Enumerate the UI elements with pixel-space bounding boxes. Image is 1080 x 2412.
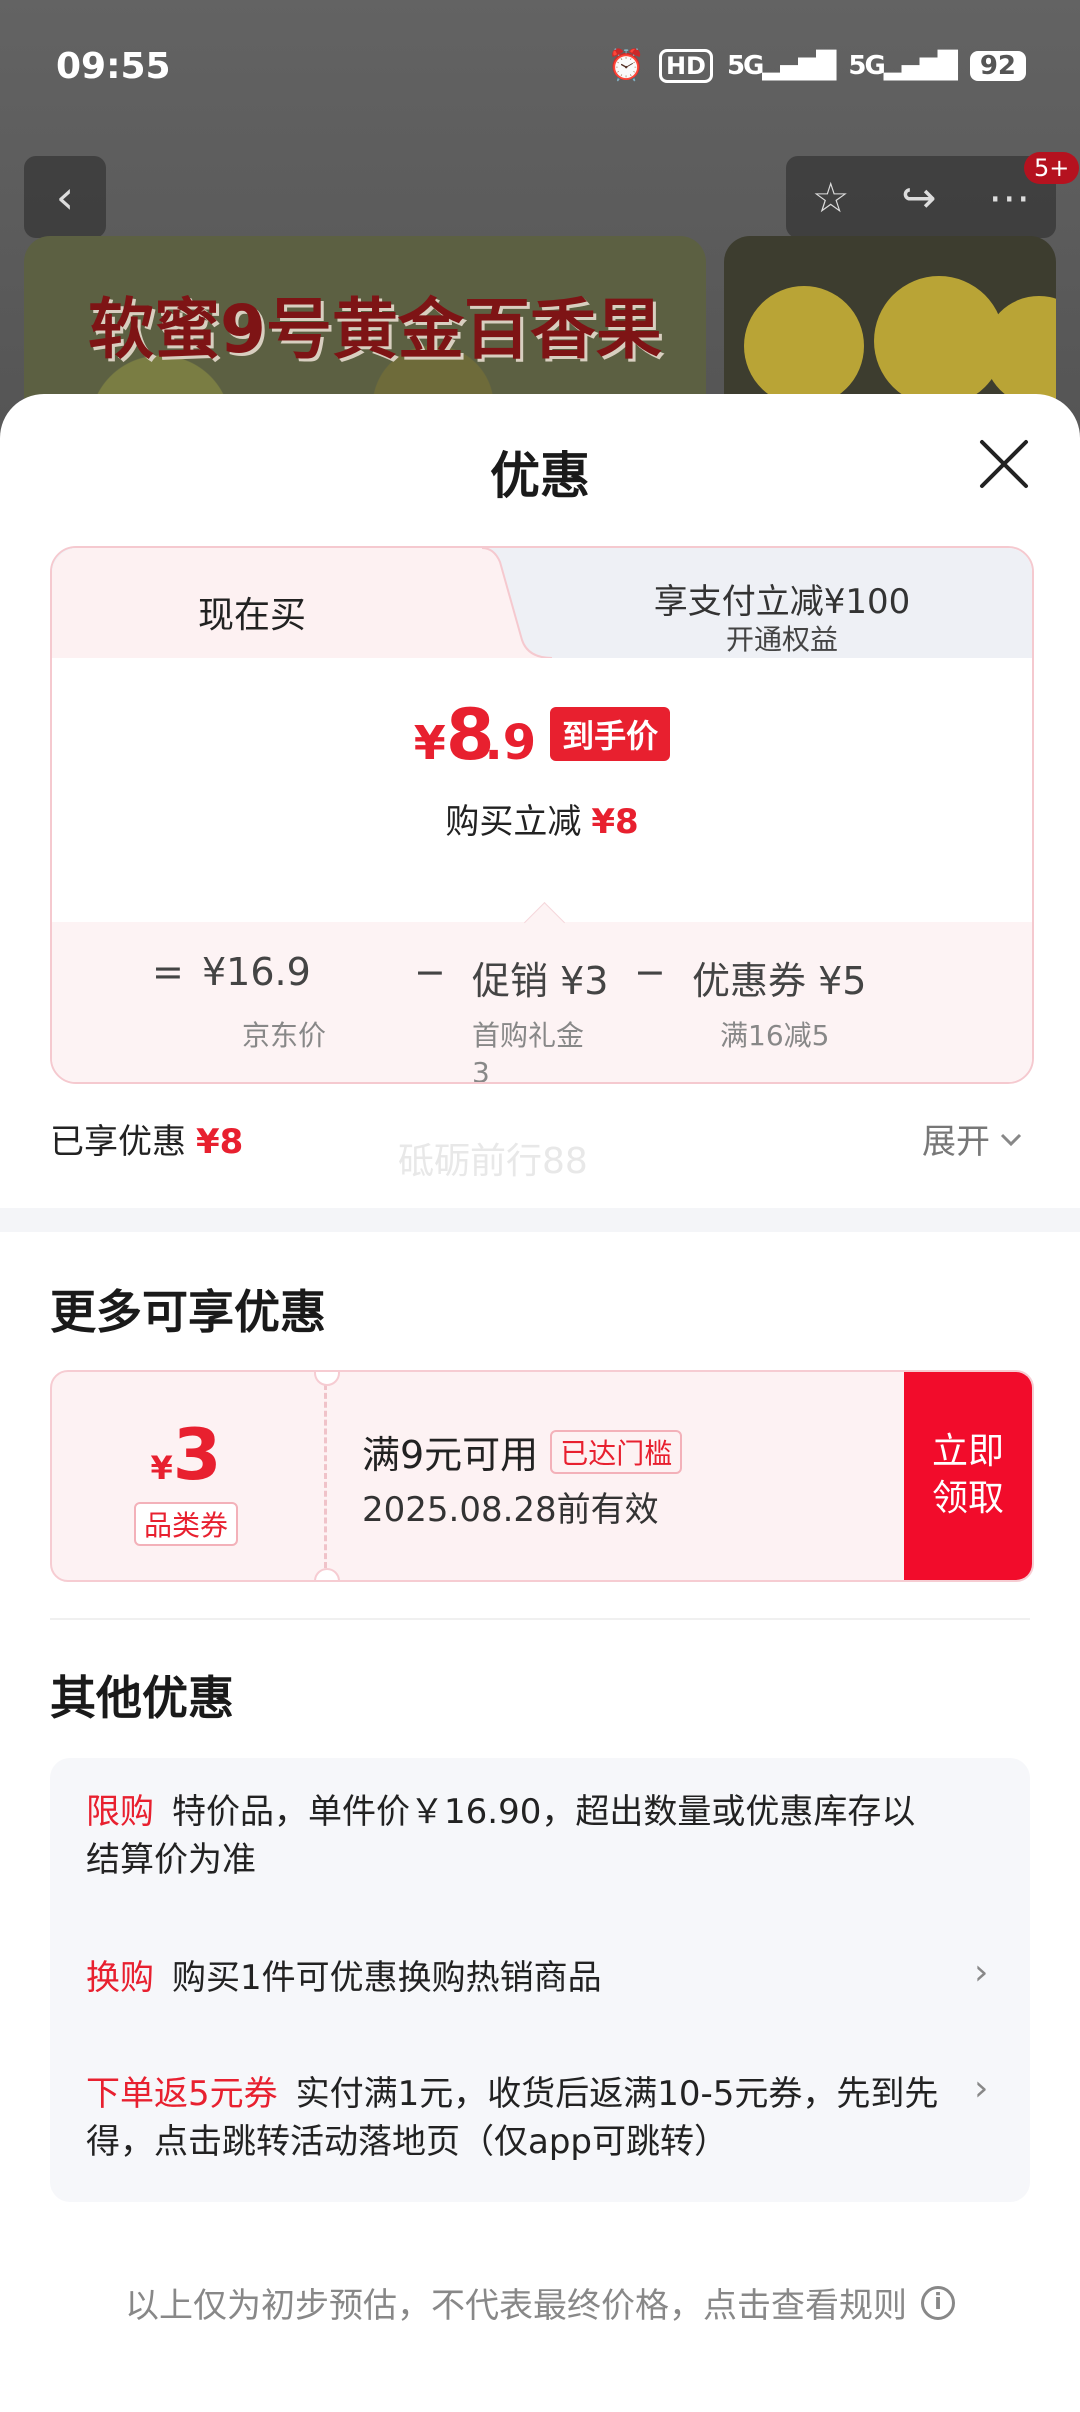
saving-label: 购买立减 bbox=[445, 802, 582, 842]
nav-actions: ☆ ↪ ⋯ bbox=[786, 156, 1056, 238]
banner-title: 软蜜9号黄金百香果 bbox=[88, 291, 662, 368]
divider-line bbox=[50, 1618, 1030, 1620]
other-offers-list: 限购 特价品，单件价￥16.90，超出数量或优惠库存以结算价为准 换购 购买1件可优… bbox=[50, 1758, 1030, 2202]
offer-label: 限购 bbox=[86, 1792, 154, 1832]
coupon-yen: ¥ bbox=[150, 1449, 173, 1487]
coupon-amount: ¥3 bbox=[52, 1414, 320, 1496]
offer-label: 下单返5元券 bbox=[86, 2074, 278, 2114]
saving-row: 购买立减 ¥8 bbox=[52, 794, 1032, 843]
breakdown-promo: 促销 ¥3 bbox=[472, 959, 609, 1003]
breakdown-promo-label-2: 3 bbox=[472, 1056, 490, 1084]
coupon-notch-bottom bbox=[314, 1568, 340, 1580]
claim-button-line1: 立即 bbox=[931, 1431, 1004, 1473]
back-button[interactable]: ‹ bbox=[24, 156, 106, 238]
expand-label: 展开 bbox=[922, 1122, 990, 1162]
claim-coupon-button[interactable]: 立即 领取 bbox=[904, 1372, 1032, 1580]
price-area: ¥8.9 到手价 购买立减 ¥8 bbox=[52, 658, 1032, 920]
coupon-reached-tag: 已达门槛 bbox=[550, 1429, 683, 1474]
rules-footer[interactable]: 以上仅为初步预估，不代表最终价格，点击查看规则 i bbox=[0, 2278, 1080, 2327]
watermark-text: 砥砺前行88 bbox=[398, 1141, 588, 1182]
price-breakdown: = ¥16.9 京东价 − 促销 ¥3 首购礼金 3 − 优惠券 ¥5 满16减… bbox=[52, 922, 1032, 1082]
signal-5g-icon: 5G▂▄▆█ bbox=[726, 50, 836, 81]
close-icon[interactable] bbox=[976, 436, 1032, 492]
offer-text: 购买1件可优惠换购热销商品 bbox=[172, 1958, 602, 1998]
more-offers-title: 更多可享优惠 bbox=[50, 1285, 326, 1339]
offer-label: 换购 bbox=[86, 1958, 154, 1998]
status-icons: ⏰ HD 5G▂▄▆█ 5G▂▄▆█ 92 bbox=[608, 48, 1026, 83]
offer-text: 特价品，单件价￥16.90，超出数量或优惠库存以结算价为准 bbox=[86, 1792, 916, 1880]
status-time: 09:55 bbox=[56, 46, 171, 87]
enjoyed-label: 已享优惠 bbox=[50, 1122, 186, 1162]
coupon-dashed-divider bbox=[324, 1384, 327, 1568]
message-badge: 5+ bbox=[1024, 152, 1080, 184]
chevron-right-icon[interactable]: › bbox=[974, 1952, 988, 1993]
chevron-right-icon[interactable]: › bbox=[974, 2068, 988, 2109]
price-yen: ¥ bbox=[413, 716, 446, 770]
star-icon[interactable]: ☆ bbox=[812, 173, 850, 222]
offer-item-exchange[interactable]: 换购 购买1件可优惠换购热销商品 bbox=[86, 1954, 946, 2002]
breakdown-jd-price: ¥16.9 bbox=[202, 950, 311, 994]
breakdown-coupon-label: 满16减5 bbox=[720, 1019, 830, 1052]
footer-text: 以上仅为初步预估，不代表最终价格，点击查看规则 bbox=[125, 2286, 907, 2326]
tab-pay-line2: 开通权益 bbox=[725, 623, 838, 656]
price-card: 享支付立减¥100 开通权益 现在买 ¥8.9 到手价 购买立减 ¥8 = ¥16… bbox=[50, 546, 1034, 1084]
tab-buy-now-label: 现在买 bbox=[197, 595, 306, 636]
coupon-amount-value: 3 bbox=[172, 1414, 222, 1496]
section-divider bbox=[0, 1208, 1080, 1232]
saving-value: ¥8 bbox=[591, 802, 639, 842]
expand-button[interactable]: 展开 bbox=[922, 1114, 1024, 1163]
share-icon[interactable]: ↪ bbox=[901, 173, 936, 222]
offer-item-return-coupon[interactable]: 下单返5元券 实付满1元，收货后返满10-5元券，先到先得，点击跳转活动落地页（仅… bbox=[86, 2070, 946, 2166]
chevron-left-icon: ‹ bbox=[55, 170, 75, 224]
price-decimal: .9 bbox=[484, 715, 537, 771]
breakdown-promo-label: 首购礼金 bbox=[472, 1019, 585, 1052]
other-offers-title: 其他优惠 bbox=[50, 1671, 234, 1725]
sheet-title: 优惠 bbox=[490, 447, 590, 505]
coupon-type-tag: 品类券 bbox=[134, 1502, 239, 1546]
tab-divider-curve bbox=[442, 548, 552, 658]
enjoyed-discount: 已享优惠 ¥8 bbox=[50, 1114, 243, 1163]
tab-pay-line1: 享支付立减¥100 bbox=[653, 582, 911, 622]
offer-item-limit: 限购 特价品，单件价￥16.90，超出数量或优惠库存以结算价为准 bbox=[86, 1788, 946, 1884]
coupon-validity: 2025.08.28前有效 bbox=[362, 1490, 659, 1530]
category-coupon: ¥3 品类券 满9元可用 已达门槛 2025.08.28前有效 立即 领取 bbox=[50, 1370, 1034, 1582]
coupon-condition-row: 满9元可用 已达门槛 bbox=[362, 1424, 683, 1479]
breakdown-coupon: 优惠券 ¥5 bbox=[692, 959, 867, 1003]
info-icon: i bbox=[921, 2285, 955, 2320]
tab-buy-now[interactable]: 现在买 bbox=[52, 548, 482, 658]
signal-5g-icon-2: 5G▂▄▆█ bbox=[848, 50, 957, 81]
chevron-down-icon bbox=[1000, 1133, 1022, 1146]
claim-button-line2: 领取 bbox=[931, 1478, 1004, 1519]
more-icon[interactable]: ⋯ bbox=[988, 173, 1030, 222]
breakdown-jd-price-label: 京东价 bbox=[242, 1019, 327, 1052]
battery-icon: 92 bbox=[969, 50, 1026, 81]
final-price-tag: 到手价 bbox=[550, 707, 671, 761]
enjoyed-value: ¥8 bbox=[196, 1122, 244, 1162]
breakdown-equals: = bbox=[152, 950, 184, 994]
final-price-row: ¥8.9 到手价 bbox=[52, 694, 1032, 776]
breakdown-minus-1: − bbox=[414, 950, 446, 994]
breakdown-minus-2: − bbox=[634, 950, 666, 994]
hd-icon: HD bbox=[658, 48, 713, 83]
coupon-notch-top bbox=[314, 1372, 340, 1386]
coupon-condition: 满9元可用 bbox=[362, 1433, 539, 1477]
alarm-icon: ⏰ bbox=[607, 48, 645, 83]
